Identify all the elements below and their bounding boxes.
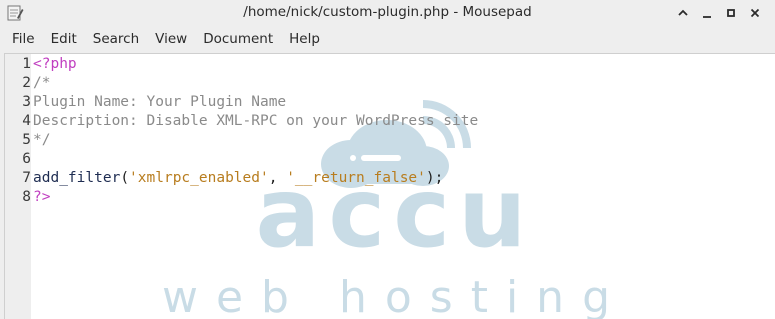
menu-edit[interactable]: Edit (43, 28, 85, 50)
menu-search[interactable]: Search (85, 28, 147, 50)
line-number: 8 (22, 189, 31, 205)
code-area[interactable]: <?php /* Plugin Name: Your Plugin Name D… (33, 54, 775, 319)
function-name: add_filter (33, 170, 121, 186)
editor-pane[interactable]: 1 2 3 4 5 6 7 8 accu web hosting <?php /… (4, 53, 775, 319)
menu-file[interactable]: File (4, 28, 43, 50)
chevron-up-icon (678, 9, 688, 16)
code-line-3: Plugin Name: Your Plugin Name (33, 93, 286, 112)
string-arg-1: 'xmlrpc_enabled' (129, 170, 269, 186)
line-number: 2 (22, 75, 31, 91)
code-line-7: add_filter('xmlrpc_enabled', '__return_f… (33, 169, 443, 188)
php-open-tag: <?php (33, 56, 77, 72)
line-number: 7 (22, 170, 31, 186)
code-line-2: /* (33, 74, 50, 93)
code-line-1: <?php (33, 55, 77, 74)
php-close-tag: ?> (33, 189, 51, 205)
maximize-icon (727, 9, 735, 17)
code-line-8: ?> (33, 188, 50, 207)
close-paren: ); (425, 170, 444, 186)
minimize-button[interactable] (699, 4, 715, 22)
maximize-up-button[interactable] (675, 4, 691, 22)
code-line-4: Description: Disable XML-RPC on your Wor… (33, 112, 478, 131)
line-number: 4 (22, 113, 31, 129)
mousepad-window: /home/nick/custom-plugin.php - Mousepad (0, 0, 775, 319)
window-controls (675, 3, 763, 23)
window-title: /home/nick/custom-plugin.php - Mousepad (243, 4, 532, 20)
line-number-gutter: 1 2 3 4 5 6 7 8 (5, 54, 31, 319)
comment-text: Description: Disable XML-RPC on your Wor… (33, 113, 479, 129)
menu-bar: File Edit Search View Document Help (0, 27, 775, 51)
menu-view[interactable]: View (147, 28, 195, 50)
line-number: 5 (22, 132, 31, 148)
menu-document[interactable]: Document (195, 28, 281, 50)
close-button[interactable] (747, 4, 763, 22)
open-paren: ( (120, 170, 130, 186)
comment-text: /* (33, 75, 51, 91)
maximize-button[interactable] (723, 4, 739, 22)
line-number: 3 (22, 94, 31, 110)
menu-help[interactable]: Help (281, 28, 328, 50)
minimize-icon (703, 16, 711, 18)
line-number: 6 (22, 151, 31, 167)
title-bar[interactable]: /home/nick/custom-plugin.php - Mousepad (0, 0, 775, 26)
comment-text: Plugin Name: Your Plugin Name (33, 94, 287, 110)
string-arg-2: '__return_false' (286, 170, 426, 186)
comment-text: */ (33, 132, 51, 148)
comma: , (268, 170, 287, 186)
code-line-5: */ (33, 131, 50, 150)
line-number: 1 (22, 56, 31, 72)
close-icon (750, 8, 760, 18)
